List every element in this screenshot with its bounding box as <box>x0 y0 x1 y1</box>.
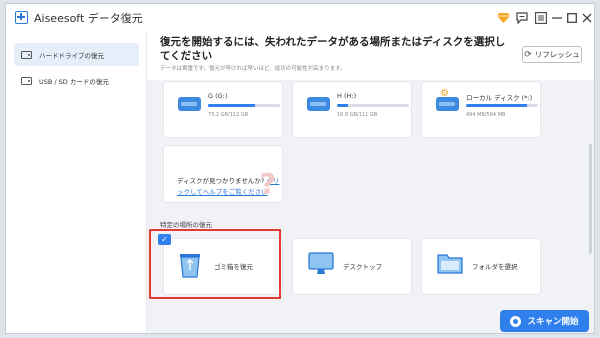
drive-size: 73.2 GB/112 GB <box>208 112 249 118</box>
drive-card-g[interactable]: G (G:) 73.2 GB/112 GB <box>164 82 282 137</box>
refresh-button[interactable]: ⟳ リフレッシュ <box>522 46 582 63</box>
hard-drive-icon <box>307 97 330 111</box>
scrollbar[interactable] <box>589 144 592 254</box>
help-prefix: ディスクが見つかりませんか? <box>177 177 267 185</box>
drive-usage-bar <box>208 104 280 107</box>
sidebar-item-hard-drive[interactable]: ハードドライブの復元 <box>14 43 139 66</box>
folder-icon <box>437 252 463 278</box>
app-title: Aiseesoft データ復元 <box>34 12 143 25</box>
minimize-icon[interactable] <box>549 10 564 25</box>
drive-name: G (G:) <box>208 92 228 100</box>
close-icon[interactable] <box>579 10 594 25</box>
drive-size: 16.8 GB/111 GB <box>337 112 378 118</box>
scan-icon <box>510 315 522 327</box>
sidebar-item-label: ハードドライブの復元 <box>39 51 104 60</box>
drive-name: ローカル ディスク (*:) <box>466 94 533 102</box>
scan-start-button[interactable]: スキャン開始 <box>500 310 589 332</box>
location-label: フォルダを選択 <box>472 263 518 271</box>
hard-drive-icon <box>178 97 201 111</box>
section-title: 特定の場所の復元 <box>160 221 212 229</box>
location-card-desktop[interactable]: デスクトップ <box>293 239 411 294</box>
sidebar-item-label: USB / SD カードの復元 <box>39 77 109 86</box>
usb-drive-icon <box>21 76 32 85</box>
system-drive-icon <box>436 88 459 111</box>
location-card-folder[interactable]: フォルダを選択 <box>422 239 540 294</box>
page-title: 復元を開始するには、失われたデータがある場所またはディスクを選択してください <box>160 36 506 62</box>
app-window: Aiseesoft データ復元 ハードドライブの復元 USB / SD カードの… <box>5 3 595 334</box>
premium-diamond-icon[interactable] <box>496 10 511 25</box>
main-header: 復元を開始するには、失われたデータがある場所またはディスクを選択してください デ… <box>147 32 594 80</box>
page-subtitle: データは貴重です。復元が早ければ早いほど、成功の可能性が高まります。 <box>160 66 346 72</box>
desktop-icon <box>308 252 334 280</box>
drive-size: 494 MB/584 MB <box>466 112 506 118</box>
hard-drive-icon <box>21 50 32 59</box>
sidebar-item-usb-sd[interactable]: USB / SD カードの復元 <box>14 69 139 92</box>
drive-card-h[interactable]: H (H:) 16.8 GB/111 GB <box>293 82 411 137</box>
refresh-label: リフレッシュ <box>534 50 580 59</box>
refresh-icon: ⟳ <box>524 49 532 60</box>
question-mark-icon: ? <box>259 167 276 200</box>
app-logo-icon <box>15 11 28 24</box>
maximize-icon[interactable] <box>564 10 579 25</box>
feedback-icon[interactable] <box>514 10 529 25</box>
drive-usage-bar <box>466 104 538 107</box>
checkmark-icon: ✓ <box>158 234 171 245</box>
drive-usage-bar <box>337 104 409 107</box>
menu-icon[interactable] <box>533 10 548 25</box>
location-label: デスクトップ <box>343 263 382 271</box>
title-bar: Aiseesoft データ復元 <box>6 4 594 32</box>
sidebar: ハードドライブの復元 USB / SD カードの復元 <box>6 32 147 333</box>
drive-card-local[interactable]: ローカル ディスク (*:) 494 MB/584 MB <box>422 82 540 137</box>
scan-label: スキャン開始 <box>527 317 579 327</box>
help-card: ディスクが見つかりませんか? クリックしてヘルプをご覧ください ? <box>164 146 282 202</box>
drive-name: H (H:) <box>337 92 357 100</box>
